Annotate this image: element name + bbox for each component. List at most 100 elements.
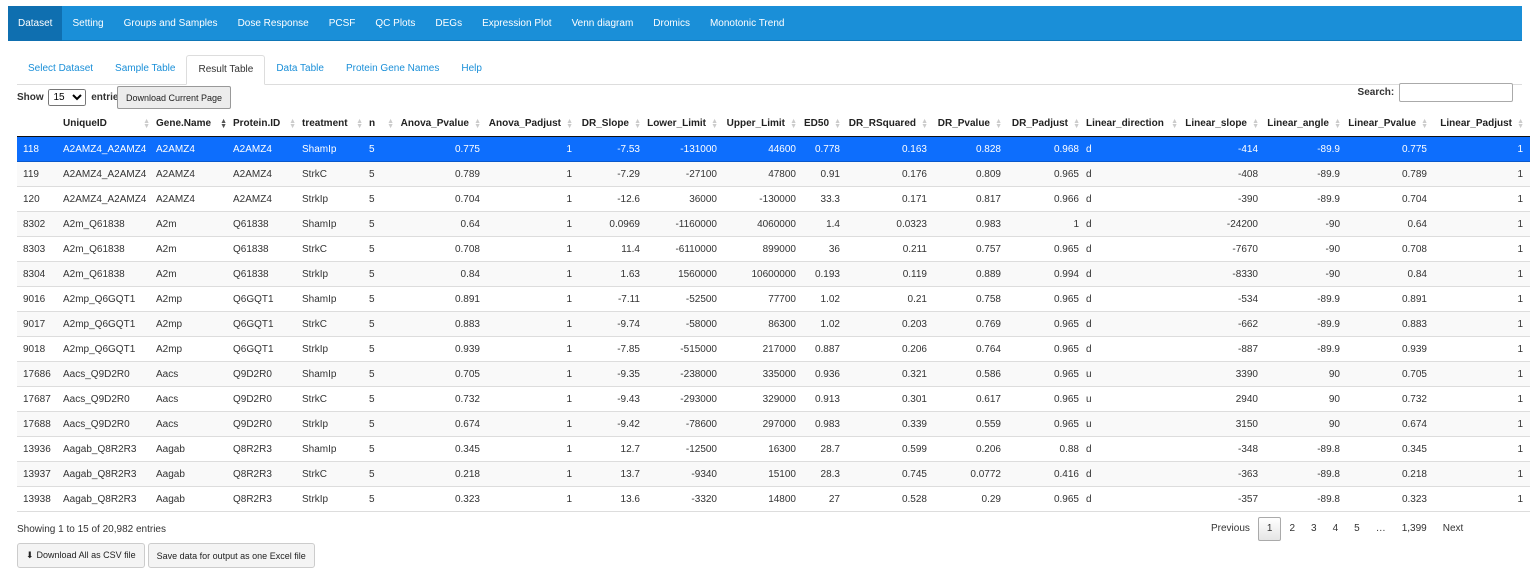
pager-page-button[interactable]: 1 (1257, 517, 1282, 541)
table-cell: 1 (487, 161, 579, 187)
pager-next-button[interactable]: Next (1435, 518, 1472, 540)
table-cell: 0.745 (847, 461, 934, 487)
column-header-dr-slope[interactable]: DR_Slope ▲ ▼ (579, 111, 647, 137)
table-cell: 1 (487, 286, 579, 312)
table-cell: 1 (487, 486, 579, 512)
table-row[interactable]: 13936 Aagab_Q8R2R3 Aagab Q8R2R3 ShamIp 5 0.345… (17, 436, 1530, 462)
table-cell: -90 (1265, 211, 1347, 237)
table-cell: 0.809 (934, 161, 1008, 187)
table-row[interactable]: 120 A2AMZ4_A2AMZ4 A2AMZ4 A2AMZ4 StrkIp 5 0.704… (17, 186, 1530, 212)
column-header-linear-pvalue[interactable]: Linear_Pvalue ▲ ▼ (1347, 111, 1434, 137)
column-header-treatment[interactable]: treatment ▲ ▼ (302, 111, 369, 137)
table-cell: -662 (1184, 311, 1265, 337)
nav-item-monotonic-trend[interactable]: Monotonic Trend (700, 6, 795, 41)
tab-result-table[interactable]: Result Table (186, 55, 266, 85)
column-header-linear-direction[interactable]: Linear_direction ▲ ▼ (1086, 111, 1184, 137)
pager-page-button[interactable]: 4 (1325, 518, 1347, 540)
pager-page-button[interactable]: 5 (1346, 518, 1368, 540)
table-row[interactable]: 13937 Aagab_Q8R2R3 Aagab Q8R2R3 StrkC 5 0.218 1… (17, 461, 1530, 487)
nav-item-venn-diagram[interactable]: Venn diagram (562, 6, 644, 41)
table-cell: Aagab (156, 436, 233, 462)
column-header-dr-rsquared[interactable]: DR_RSquared ▲ ▼ (847, 111, 934, 137)
table-cell: 0.778 (803, 136, 847, 162)
tab-sample-table[interactable]: Sample Table (104, 55, 186, 83)
table-cell: Q61838 (233, 211, 302, 237)
table-cell: 9016 (17, 286, 63, 312)
nav-item-dose-response[interactable]: Dose Response (228, 6, 319, 41)
nav-item-expression-plot[interactable]: Expression Plot (472, 6, 561, 41)
table-row[interactable]: 8304 A2m_Q61838 A2m Q61838 StrkIp 5 0.84 1 1.63 1… (17, 261, 1530, 287)
table-row[interactable]: 13938 Aagab_Q8R2R3 Aagab Q8R2R3 StrkIp 5 0.323… (17, 486, 1530, 512)
table-cell: 0.887 (803, 336, 847, 362)
column-header-n[interactable]: n ▲ ▼ (369, 111, 400, 137)
table-row[interactable]: 17686 Aacs_Q9D2R0 Aacs Q9D2R0 ShamIp 5 0.705 1-… (17, 361, 1530, 387)
download-csv-button[interactable]: ⬇ Download All as CSV file (17, 543, 145, 568)
table-row[interactable]: 119 A2AMZ4_A2AMZ4 A2AMZ4 A2AMZ4 StrkC 5 0.789 1… (17, 161, 1530, 187)
table-cell: 0.171 (847, 186, 934, 212)
table-row[interactable]: 8302 A2m_Q61838 A2m Q61838 ShamIp 5 0.64 1 0.096… (17, 211, 1530, 237)
nav-item-dataset[interactable]: Dataset (8, 6, 63, 41)
column-header-protein-id[interactable]: Protein.ID ▲ ▼ (233, 111, 302, 137)
tab-select-dataset[interactable]: Select Dataset (17, 55, 104, 83)
table-cell: 0.775 (1347, 136, 1434, 162)
pager-page-button[interactable]: 3 (1303, 518, 1325, 540)
pager-page-button[interactable]: 2 (1281, 518, 1303, 540)
column-header-uniqueid[interactable]: UniqueID ▲ ▼ (63, 111, 156, 137)
sort-arrows-icon: ▲ ▼ (387, 118, 394, 130)
column-header-dr-pvalue[interactable]: DR_Pvalue ▲ ▼ (934, 111, 1008, 137)
nav-item-dromics[interactable]: Dromics (643, 6, 700, 41)
pager-previous-button[interactable]: Previous (1203, 518, 1258, 540)
column-header-lower-limit[interactable]: Lower_Limit ▲ ▼ (647, 111, 724, 137)
table-cell: 1 (1434, 486, 1530, 512)
table-row[interactable]: 8303 A2m_Q61838 A2m Q61838 StrkC 5 0.708 1 11.4-… (17, 236, 1530, 262)
table-cell: 1 (487, 361, 579, 387)
nav-item-setting[interactable]: Setting (62, 6, 113, 41)
table-cell: -6110000 (647, 236, 724, 262)
column-header-linear-padjust[interactable]: Linear_Padjust ▲ ▼ (1434, 111, 1530, 137)
column-header-upper-limit[interactable]: Upper_Limit ▲ ▼ (724, 111, 803, 137)
table-row[interactable]: 17687 Aacs_Q9D2R0 Aacs Q9D2R0 StrkC 5 0.732 1 -9… (17, 386, 1530, 412)
table-cell: Aagab_Q8R2R3 (63, 461, 156, 487)
table-row[interactable]: 9016 A2mp_Q6GQT1 A2mp Q6GQT1 ShamIp 5 0.891 1 -7… (17, 286, 1530, 312)
table-cell: -8330 (1184, 261, 1265, 287)
table-cell: d (1086, 436, 1184, 462)
column-header-gene-name[interactable]: Gene.Name ▲ ▼ (156, 111, 233, 137)
tab-protein-gene-names[interactable]: Protein Gene Names (335, 55, 450, 83)
column-header-anova-padjust[interactable]: Anova_Padjust ▲ ▼ (487, 111, 579, 137)
download-current-page-button[interactable]: Download Current Page (117, 86, 232, 109)
table-cell: 1 (1434, 136, 1530, 162)
table-row[interactable]: 9018 A2mp_Q6GQT1 A2mp Q6GQT1 StrkIp 5 0.939 1 -7… (17, 336, 1530, 362)
sort-arrows-icon: ▲ ▼ (1517, 118, 1524, 130)
search-input[interactable] (1399, 83, 1513, 102)
table-cell: 5 (369, 411, 400, 437)
nav-item-groups-and-samples[interactable]: Groups and Samples (114, 6, 228, 41)
nav-item-pcsf[interactable]: PCSF (319, 6, 366, 41)
column-header-label: Anova_Pvalue (400, 118, 469, 129)
table-cell: 0.599 (847, 436, 934, 462)
table-cell: A2mp_Q6GQT1 (63, 286, 156, 312)
table-cell: 1 (487, 136, 579, 162)
column-header-ed50[interactable]: ED50 ▲ ▼ (803, 111, 847, 137)
table-cell: 0.323 (1347, 486, 1434, 512)
table-cell: -515000 (647, 336, 724, 362)
nav-item-degs[interactable]: DEGs (425, 6, 472, 41)
table-row[interactable]: 9017 A2mp_Q6GQT1 A2mp Q6GQT1 StrkC 5 0.883 1 -9.… (17, 311, 1530, 337)
column-header-index[interactable] (17, 111, 63, 137)
tab-data-table[interactable]: Data Table (265, 55, 335, 83)
column-header-linear-slope[interactable]: Linear_slope ▲ ▼ (1184, 111, 1265, 137)
table-row[interactable]: 118 A2AMZ4_A2AMZ4 A2AMZ4 A2AMZ4 ShamIp 5 0.775… (17, 136, 1530, 162)
column-header-dr-padjust[interactable]: DR_Padjust ▲ ▼ (1008, 111, 1086, 137)
tab-help[interactable]: Help (450, 55, 493, 83)
pager-last-page-button[interactable]: 1,399 (1394, 518, 1435, 540)
save-excel-button[interactable]: Save data for output as one Excel file (147, 543, 315, 568)
table-row[interactable]: 17688 Aacs_Q9D2R0 Aacs Q9D2R0 StrkIp 5 0.674 1-… (17, 411, 1530, 437)
table-cell: 0.211 (847, 236, 934, 262)
page-length-select[interactable]: 15 (48, 89, 87, 106)
column-header-linear-angle[interactable]: Linear_angle ▲ ▼ (1265, 111, 1347, 137)
table-cell: -58000 (647, 311, 724, 337)
column-header-anova-pvalue[interactable]: Anova_Pvalue ▲ ▼ (400, 111, 487, 137)
table-cell: 1 (487, 261, 579, 287)
table-cell: 0.416 (1008, 461, 1086, 487)
table-cell: 0.889 (934, 261, 1008, 287)
nav-item-qc-plots[interactable]: QC Plots (365, 6, 425, 41)
